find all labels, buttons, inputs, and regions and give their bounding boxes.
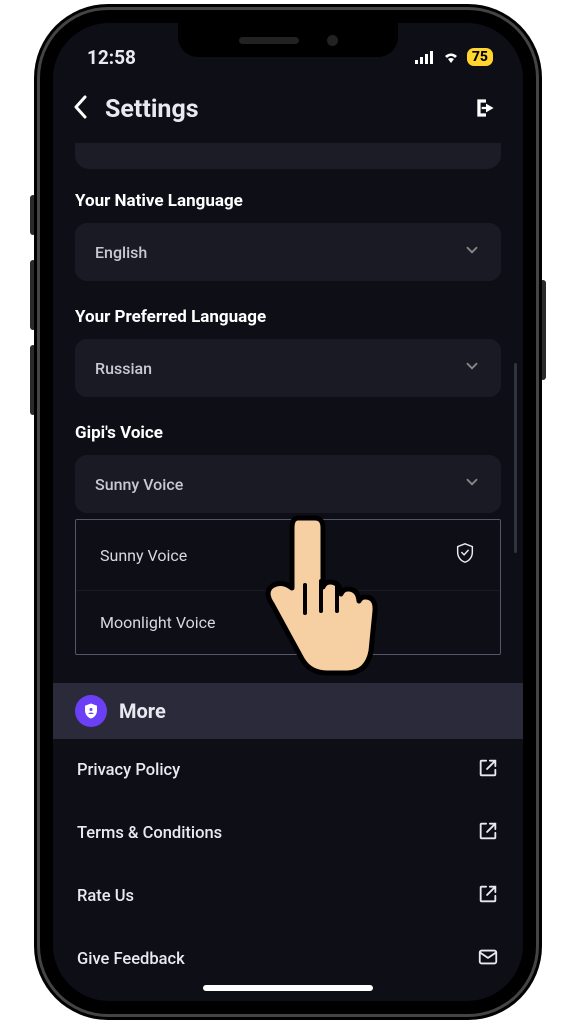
external-link-icon	[477, 757, 499, 784]
more-label: More	[119, 699, 166, 723]
chevron-down-icon	[463, 357, 481, 379]
shield-icon	[75, 695, 107, 727]
signal-icon	[415, 46, 435, 69]
privacy-policy-row[interactable]: Privacy Policy	[75, 739, 501, 802]
battery-indicator: 75	[467, 48, 493, 66]
native-language-label: Your Native Language	[75, 191, 501, 211]
mail-icon	[477, 946, 499, 973]
home-indicator[interactable]	[203, 985, 373, 991]
phone-frame: 12:58 75 Settings Your Native La	[40, 10, 536, 1014]
back-button[interactable]	[73, 93, 87, 126]
header-bar: Settings	[53, 75, 523, 140]
scrollbar[interactable]	[514, 363, 517, 553]
voice-value: Sunny Voice	[95, 475, 183, 494]
pointer-hand-overlay	[243, 503, 383, 707]
notch	[178, 23, 398, 57]
terms-row[interactable]: Terms & Conditions	[75, 802, 501, 865]
row-label: Terms & Conditions	[77, 824, 222, 843]
wifi-icon	[441, 46, 461, 69]
preferred-language-select[interactable]: Russian	[75, 339, 501, 397]
shield-check-icon	[454, 542, 476, 568]
chevron-down-icon	[463, 241, 481, 263]
voice-label: Gipi's Voice	[75, 423, 501, 443]
chevron-down-icon	[463, 473, 481, 495]
external-link-icon	[477, 820, 499, 847]
voice-option-label: Sunny Voice	[100, 546, 187, 565]
row-label: Rate Us	[77, 887, 134, 906]
screen: 12:58 75 Settings Your Native La	[53, 23, 523, 1001]
external-link-icon	[477, 883, 499, 910]
feedback-row[interactable]: Give Feedback	[75, 928, 501, 989]
preferred-language-value: Russian	[95, 359, 152, 378]
preferred-language-label: Your Preferred Language	[75, 307, 501, 327]
row-label: Give Feedback	[77, 950, 185, 969]
exit-button[interactable]	[473, 95, 499, 125]
voice-option-label: Moonlight Voice	[100, 613, 216, 632]
page-title: Settings	[105, 95, 455, 124]
native-language-value: English	[95, 243, 147, 262]
row-label: Privacy Policy	[77, 761, 180, 780]
status-time: 12:58	[87, 46, 136, 69]
native-language-select[interactable]: English	[75, 223, 501, 281]
rate-us-row[interactable]: Rate Us	[75, 865, 501, 928]
previous-field-bottom[interactable]	[75, 143, 501, 169]
